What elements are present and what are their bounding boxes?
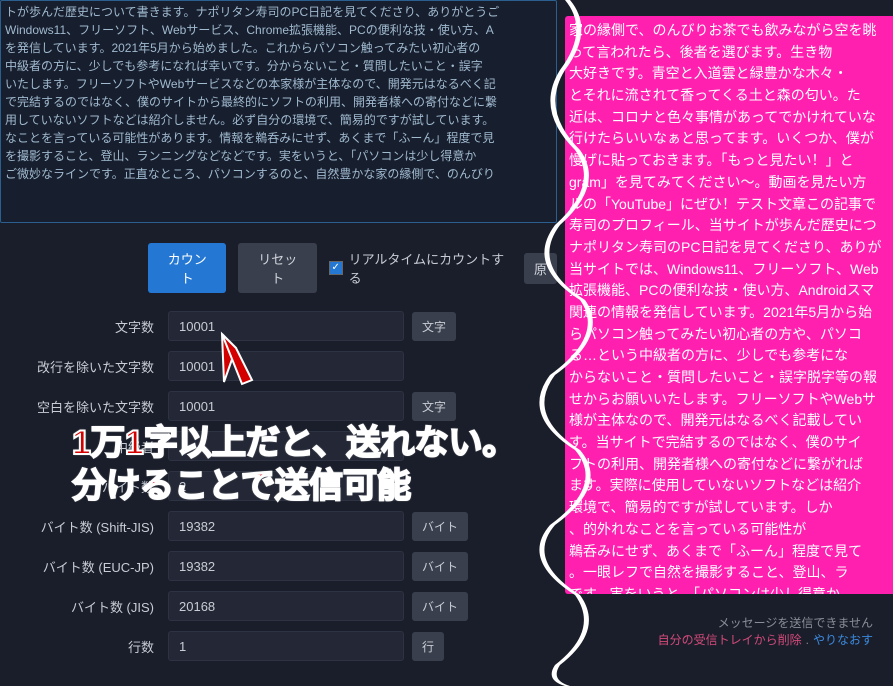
send-error-text: メッセージを送信できません <box>658 614 873 631</box>
field-row: バイト数 (JIS) バイト <box>0 591 557 621</box>
field-label: 文字数 <box>0 317 168 336</box>
realtime-checkbox-row[interactable]: リアルタイムにカウントする <box>329 249 512 287</box>
mid-input[interactable] <box>168 431 404 461</box>
field-row: 文字数 文字 <box>0 311 557 341</box>
field-unit: バイト <box>412 552 468 581</box>
action-row: カウント リセット リアルタイムにカウントする 原 <box>0 237 557 311</box>
field-unit: 文字 <box>412 392 456 421</box>
separator-dot: . <box>806 633 809 647</box>
description-textbox[interactable]: トが歩んだ歴史について書きます。ナポリタン寿司のPC日記を見てくださり、ありがと… <box>0 0 557 223</box>
byte-count-input[interactable] <box>168 471 404 501</box>
message-content-selected[interactable]: 家の縁側で、のんびりお茶でも飲みながら空を眺 って言われたら、後者を選びます。生… <box>565 16 893 594</box>
fields-area: 文字数 文字 改行を除いた文字数 空白を除いた文字数 文字 中級者 バイト数 <box>0 311 557 661</box>
realtime-checkbox[interactable] <box>329 261 343 275</box>
char-count-input[interactable] <box>168 311 404 341</box>
field-unit: バイト <box>412 512 468 541</box>
field-label: バイト数 (JIS) <box>0 597 168 616</box>
field-label: バイト数 <box>0 477 168 496</box>
field-label: 改行を除いた文字数 <box>0 357 168 376</box>
field-label: バイト数 (EUC-JP) <box>0 557 168 576</box>
field-row: バイト数 <box>0 471 557 501</box>
byte-sjis-input[interactable] <box>168 511 404 541</box>
field-row: 中級者 <box>0 431 557 461</box>
field-label: 行数 <box>0 637 168 656</box>
byte-jis-input[interactable] <box>168 591 404 621</box>
original-button[interactable]: 原 <box>524 253 557 284</box>
field-label: 空白を除いた文字数 <box>0 397 168 416</box>
field-row: 改行を除いた文字数 <box>0 351 557 381</box>
byte-eucjp-input[interactable] <box>168 551 404 581</box>
field-label: 中級者 <box>0 437 168 456</box>
field-unit: バイト <box>412 592 468 621</box>
retry-link[interactable]: やりなおす <box>813 633 873 647</box>
field-row: バイト数 (Shift-JIS) バイト <box>0 511 557 541</box>
send-status: メッセージを送信できません 自分の受信トレイから削除. やりなおす <box>658 614 873 648</box>
char-count-no-newline-input[interactable] <box>168 351 404 381</box>
field-row: 空白を除いた文字数 文字 <box>0 391 557 421</box>
char-count-no-space-input[interactable] <box>168 391 404 421</box>
field-row: バイト数 (EUC-JP) バイト <box>0 551 557 581</box>
count-button[interactable]: カウント <box>148 243 226 293</box>
reset-button[interactable]: リセット <box>238 243 316 293</box>
field-label: バイト数 (Shift-JIS) <box>0 517 168 536</box>
line-count-input[interactable] <box>168 631 404 661</box>
field-row: 行数 行 <box>0 631 557 661</box>
field-unit: 行 <box>412 632 444 661</box>
delete-from-inbox-link[interactable]: 自分の受信トレイから削除 <box>658 633 802 647</box>
realtime-label: リアルタイムにカウントする <box>349 249 512 287</box>
field-unit: 文字 <box>412 312 456 341</box>
